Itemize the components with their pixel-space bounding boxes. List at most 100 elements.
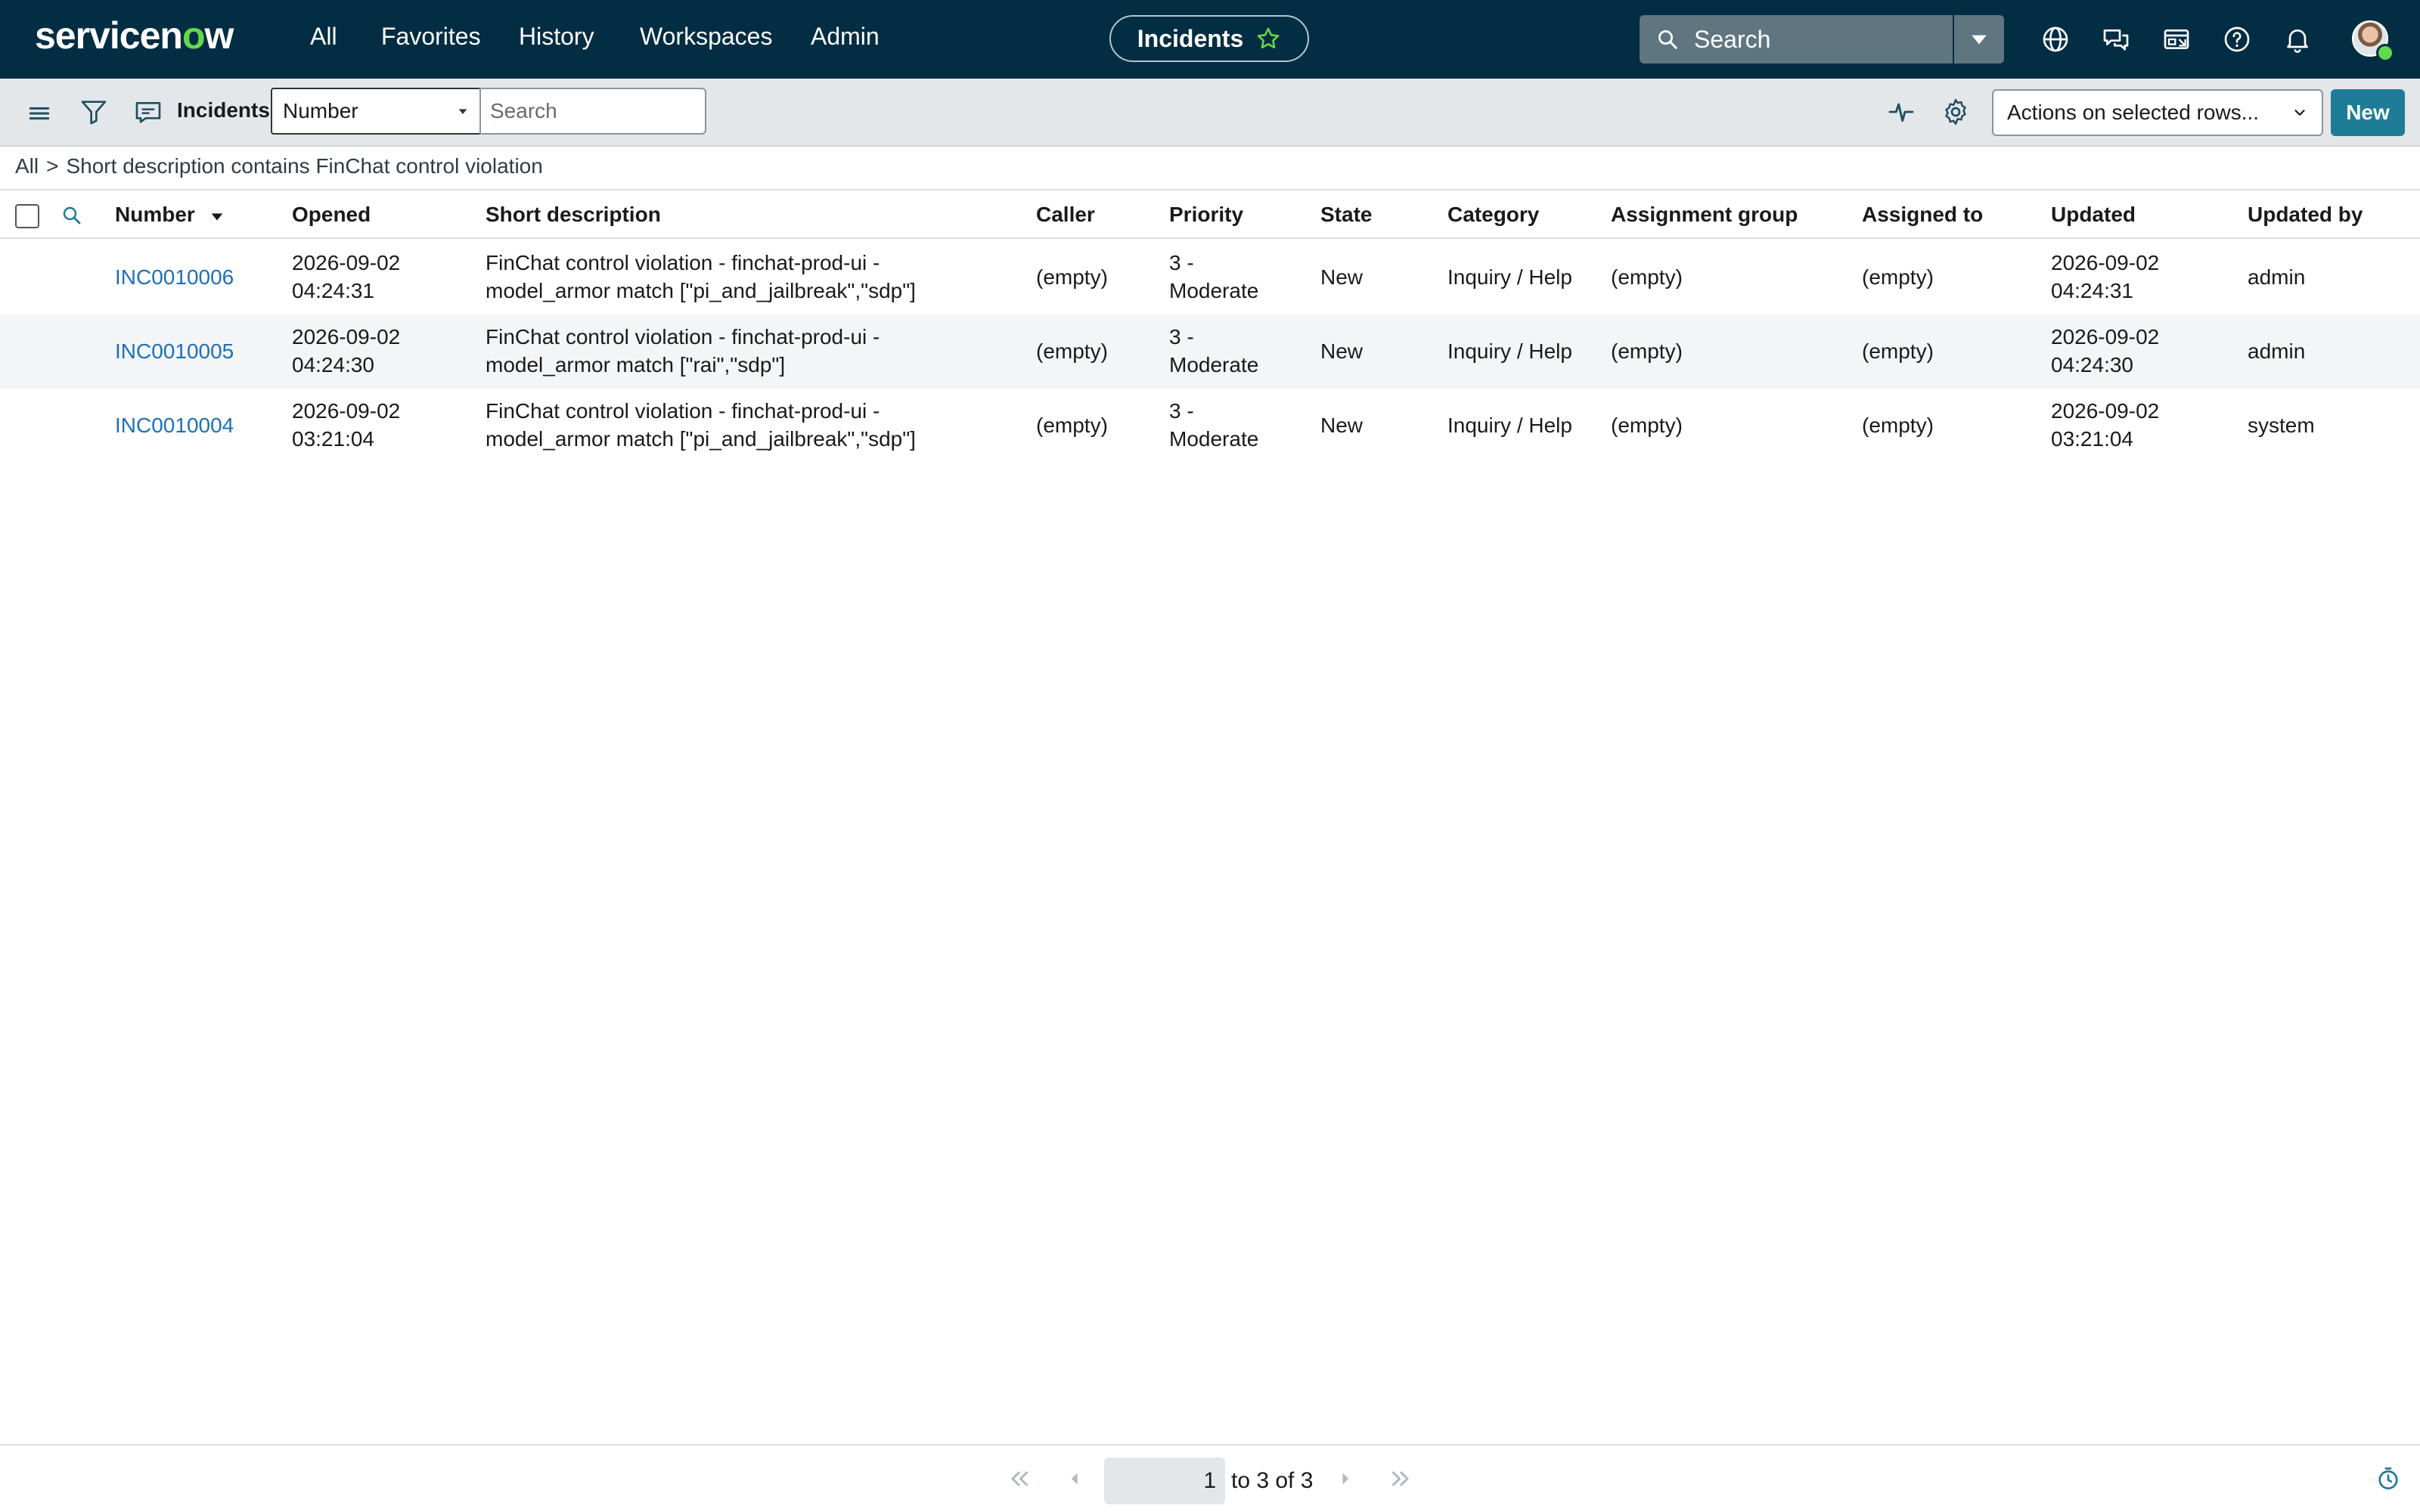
breadcrumb-separator: > xyxy=(46,154,59,178)
short-description-line-1: FinChat control violation - finchat-prod… xyxy=(486,251,880,274)
column-header-number-label: Number xyxy=(115,203,195,226)
column-header-updated[interactable]: Updated xyxy=(2051,203,2136,227)
actions-on-selected-rows-select[interactable]: Actions on selected rows... xyxy=(1992,89,2323,136)
opened-time: 04:24:30 xyxy=(292,353,374,376)
nav-workspaces[interactable]: Workspaces xyxy=(640,23,772,51)
list-search-input[interactable] xyxy=(479,88,706,135)
list-toolbar: Incidents Number Actions on selected row… xyxy=(0,79,2420,147)
column-header-state[interactable]: State xyxy=(1320,203,1372,227)
activity-icon[interactable] xyxy=(1886,97,1916,127)
priority-level: 3 - xyxy=(1169,251,1194,274)
global-search[interactable]: Search xyxy=(1640,15,1953,64)
notifications-bell-icon[interactable] xyxy=(2282,24,2313,54)
opened-date: 2026-09-02 xyxy=(292,325,401,349)
priority-level: 3 - xyxy=(1169,399,1194,423)
updated-time: 04:24:31 xyxy=(2051,279,2133,302)
table-header: Number Opened Short description Caller P… xyxy=(0,189,2420,239)
column-header-short-description[interactable]: Short description xyxy=(486,203,661,227)
table-row[interactable]: INC0010006 2026-09-02 04:24:31 FinChat c… xyxy=(0,240,2420,314)
category-cell: Inquiry / Help xyxy=(1447,339,1572,363)
globe-icon[interactable] xyxy=(2040,24,2071,54)
category-cell: Inquiry / Help xyxy=(1447,414,1572,437)
nav-all[interactable]: All xyxy=(310,23,337,51)
context-pill[interactable]: Incidents xyxy=(1109,15,1309,62)
filter-icon[interactable] xyxy=(79,97,109,127)
search-scope-dropdown[interactable] xyxy=(1954,15,2004,64)
chat-icon[interactable] xyxy=(2101,24,2131,54)
search-field-value: Number xyxy=(283,99,358,122)
last-page-icon[interactable] xyxy=(1387,1465,1414,1492)
short-description-line-2: model_armor match ["pi_and_jailbreak","s… xyxy=(486,279,916,302)
table-row[interactable]: INC0010004 2026-09-02 03:21:04 FinChat c… xyxy=(0,389,2420,463)
short-description-line-2: model_armor match ["rai","sdp"] xyxy=(486,353,786,376)
search-icon xyxy=(1658,30,1677,49)
caller-cell: (empty) xyxy=(1036,339,1108,363)
nav-favorites[interactable]: Favorites xyxy=(381,23,481,51)
updated-time: 04:24:30 xyxy=(2051,353,2133,376)
search-field-select[interactable]: Number xyxy=(271,88,481,135)
response-time-icon[interactable] xyxy=(2375,1465,2402,1492)
list-context-icon[interactable] xyxy=(133,97,163,127)
select-all-checkbox[interactable] xyxy=(15,204,39,228)
previous-page-icon[interactable] xyxy=(1060,1465,1087,1492)
table-row[interactable]: INC0010005 2026-09-02 04:24:30 FinChat c… xyxy=(0,314,2420,389)
priority-label: Moderate xyxy=(1169,427,1259,451)
caller-cell: (empty) xyxy=(1036,414,1108,437)
state-cell: New xyxy=(1320,265,1364,289)
updated-date: 2026-09-02 xyxy=(2051,251,2160,274)
assignment-group-cell: (empty) xyxy=(1611,414,1683,437)
breadcrumb-filter[interactable]: Short description contains FinChat contr… xyxy=(66,154,542,178)
column-header-number[interactable]: Number xyxy=(115,203,225,227)
servicenow-logo[interactable]: servicenow xyxy=(35,14,234,57)
global-search-placeholder: Search xyxy=(1694,25,1771,53)
short-description-line-2: model_armor match ["pi_and_jailbreak","s… xyxy=(486,427,916,451)
page-number-input[interactable] xyxy=(1104,1458,1225,1504)
column-header-opened[interactable]: Opened xyxy=(292,203,371,227)
caret-down-icon xyxy=(1972,35,1987,45)
column-header-assignment-group[interactable]: Assignment group xyxy=(1611,203,1798,227)
hamburger-menu-icon[interactable] xyxy=(24,98,54,129)
list-title: Incidents xyxy=(177,98,270,122)
category-cell: Inquiry / Help xyxy=(1447,265,1572,289)
actions-select-label: Actions on selected rows... xyxy=(2007,101,2260,124)
caret-down-icon xyxy=(458,109,467,114)
context-pill-label: Incidents xyxy=(1137,24,1244,52)
column-header-caller[interactable]: Caller xyxy=(1036,203,1095,227)
column-header-assigned-to[interactable]: Assigned to xyxy=(1862,203,1983,227)
nav-history[interactable]: History xyxy=(519,23,594,51)
sort-descending-icon[interactable] xyxy=(209,208,225,225)
column-search-icon[interactable] xyxy=(60,204,83,227)
workspace-icon[interactable] xyxy=(2161,24,2192,54)
opened-time: 04:24:31 xyxy=(292,279,374,302)
priority-label: Moderate xyxy=(1169,279,1259,302)
new-button[interactable]: New xyxy=(2331,89,2405,136)
page-range-text: to 3 of 3 xyxy=(1231,1468,1314,1493)
updated-date: 2026-09-02 xyxy=(2051,399,2160,423)
incident-number-link[interactable]: INC0010004 xyxy=(115,411,234,439)
help-icon[interactable] xyxy=(2222,24,2252,54)
settings-gear-icon[interactable] xyxy=(1941,97,1971,127)
favorite-star-icon[interactable] xyxy=(1255,26,1281,51)
updated-by-cell: admin xyxy=(2248,339,2306,363)
incident-number-link[interactable]: INC0010006 xyxy=(115,263,234,291)
assigned-to-cell: (empty) xyxy=(1862,339,1934,363)
column-header-priority[interactable]: Priority xyxy=(1169,203,1243,227)
first-page-icon[interactable] xyxy=(1006,1465,1033,1492)
short-description-line-1: FinChat control violation - finchat-prod… xyxy=(486,325,880,349)
opened-date: 2026-09-02 xyxy=(292,399,401,423)
breadcrumb-all[interactable]: All xyxy=(15,154,39,178)
next-page-icon[interactable] xyxy=(1333,1465,1360,1492)
pagination-bar: to 3 of 3 xyxy=(0,1444,2420,1512)
state-cell: New xyxy=(1320,414,1364,437)
column-header-category[interactable]: Category xyxy=(1447,203,1539,227)
assigned-to-cell: (empty) xyxy=(1862,265,1934,289)
nav-admin[interactable]: Admin xyxy=(811,23,880,51)
priority-level: 3 - xyxy=(1169,325,1194,349)
column-header-updated-by[interactable]: Updated by xyxy=(2248,203,2363,227)
caller-cell: (empty) xyxy=(1036,265,1108,289)
opened-time: 03:21:04 xyxy=(292,427,374,451)
updated-by-cell: system xyxy=(2248,414,2315,437)
breadcrumb: All > Short description contains FinChat c… xyxy=(15,154,543,178)
short-description-line-1: FinChat control violation - finchat-prod… xyxy=(486,399,880,423)
incident-number-link[interactable]: INC0010005 xyxy=(115,337,234,365)
